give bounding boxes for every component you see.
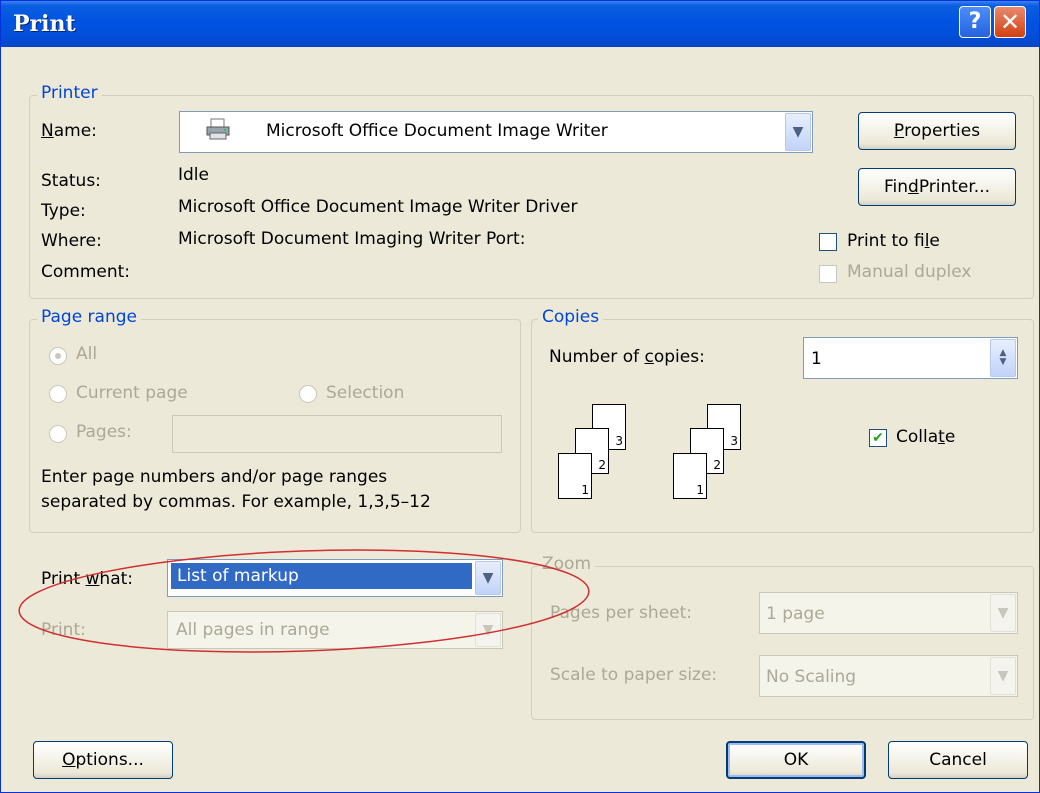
printer-name-value: Microsoft Office Document Image Writer: [266, 121, 608, 141]
status-value: Idle: [178, 165, 209, 185]
number-of-copies-label: Number of copies:: [549, 347, 705, 367]
close-icon: ✕: [999, 8, 1021, 36]
close-button[interactable]: ✕: [994, 6, 1026, 38]
print-what-value: List of markup: [171, 563, 472, 589]
print-to-file-checkbox[interactable]: [819, 233, 837, 251]
cancel-button[interactable]: Cancel: [888, 741, 1028, 779]
type-value: Microsoft Office Document Image Writer D…: [178, 197, 578, 217]
print-what-select[interactable]: List of markup ▼: [167, 559, 503, 597]
copies-value: 1: [811, 349, 822, 369]
where-label: Where:: [41, 231, 102, 251]
page-range-legend: Page range: [37, 307, 141, 327]
printer-icon: [206, 118, 230, 140]
chevron-down-icon[interactable]: ▼: [475, 561, 501, 595]
collate-label[interactable]: Collate: [896, 427, 955, 447]
name-label: Name:: [41, 121, 97, 141]
scale-label: Scale to paper size:: [550, 665, 718, 685]
print-to-file-label[interactable]: Print to file: [847, 231, 940, 251]
status-label: Status:: [41, 171, 101, 191]
selection-radio[interactable]: [299, 385, 317, 403]
ok-button[interactable]: OK: [726, 741, 866, 779]
checkmark-icon: ✔: [872, 430, 884, 446]
chevron-down-icon[interactable]: ▼: [785, 113, 811, 151]
scale-value: No Scaling: [766, 667, 857, 687]
print-dialog: Print ? ✕ Printer Name: Microsoft Office…: [0, 0, 1040, 793]
title-bar[interactable]: Print ? ✕: [1, 1, 1039, 47]
find-printer-button[interactable]: Fin d Printer...: [858, 168, 1016, 206]
spinner-arrows-icon[interactable]: ▲ ▼: [990, 339, 1016, 377]
page-range-help-line1: Enter page numbers and/or page ranges: [41, 467, 388, 487]
manual-duplex-checkbox[interactable]: [819, 265, 837, 283]
manual-duplex-label: Manual duplex: [847, 262, 972, 282]
help-button[interactable]: ?: [959, 6, 991, 38]
current-page-radio[interactable]: [49, 385, 67, 403]
options-button[interactable]: Options...: [33, 741, 173, 779]
type-label: Type:: [41, 201, 86, 221]
selection-label: Selection: [326, 383, 405, 403]
pages-per-sheet-label: Pages per sheet:: [550, 603, 693, 623]
dialog-title: Print: [13, 11, 76, 37]
all-radio[interactable]: [49, 347, 67, 365]
print-label: Print:: [41, 620, 86, 640]
current-page-label: Current page: [76, 383, 188, 403]
pages-label: Pages:: [76, 422, 132, 442]
help-icon: ?: [968, 9, 982, 34]
print-what-label: Print what:: [41, 569, 134, 589]
chevron-down-icon[interactable]: ▼: [990, 657, 1016, 695]
printer-name-select[interactable]: Microsoft Office Document Image Writer ▼: [179, 111, 813, 153]
pages-per-sheet-select[interactable]: 1 page ▼: [759, 592, 1018, 634]
print-select[interactable]: All pages in range ▼: [167, 611, 503, 649]
all-label: All: [76, 344, 98, 364]
zoom-legend: Zoom: [538, 554, 596, 574]
chevron-down-icon[interactable]: ▼: [990, 594, 1016, 632]
where-value: Microsoft Document Imaging Writer Port:: [178, 229, 526, 249]
number-of-copies-spinner[interactable]: 1 ▲ ▼: [803, 337, 1018, 379]
page-range-help-line2: separated by commas. For example, 1,3,5–…: [41, 492, 431, 512]
print-value: All pages in range: [176, 620, 330, 640]
pages-per-sheet-value: 1 page: [766, 604, 825, 624]
collate-checkbox[interactable]: ✔: [869, 429, 887, 447]
pages-input[interactable]: [172, 415, 502, 453]
copies-legend: Copies: [538, 307, 604, 327]
properties-button[interactable]: Properties: [858, 112, 1016, 150]
chevron-down-icon[interactable]: ▼: [475, 613, 501, 647]
comment-label: Comment:: [41, 262, 131, 282]
pages-radio[interactable]: [49, 425, 67, 443]
scale-select[interactable]: No Scaling ▼: [759, 655, 1018, 697]
printer-legend: Printer: [37, 83, 102, 103]
